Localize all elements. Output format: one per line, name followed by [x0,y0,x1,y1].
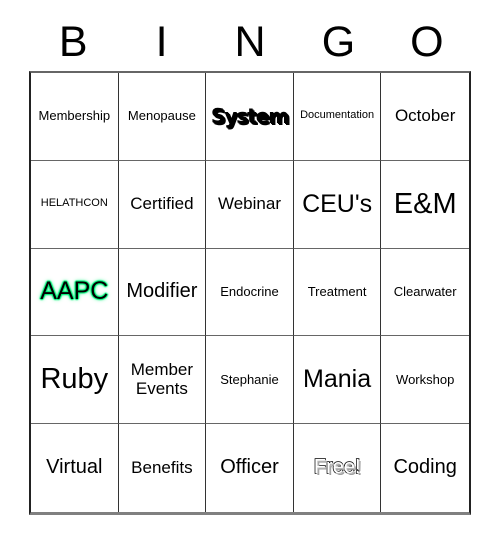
bingo-cell-label: Ruby [40,363,109,396]
bingo-cell-label: Free! [313,456,361,479]
bingo-cell[interactable]: E&M [381,161,469,249]
bingo-cell[interactable]: Membership [31,73,119,161]
bingo-cell[interactable]: Endocrine [206,248,294,337]
bingo-cell-label: Membership [38,108,111,124]
bingo-card: B I N G O Membership Menopause System Documenta… [0,0,500,544]
bingo-cell-label: Endocrine [220,283,279,299]
bingo-header-letter-g: G [321,18,356,66]
bingo-cell-label: Menopause [127,108,196,124]
bingo-cell-label: Certified [130,194,194,214]
bingo-cell-label: Stephanie [220,371,279,387]
bingo-cell-label: Treatment [307,283,367,299]
bingo-cell-label: Coding [393,456,457,479]
bingo-cell[interactable]: Officer [206,424,294,512]
bingo-cell[interactable]: Mania [293,336,382,425]
bingo-header-letter-n: N [234,18,266,66]
bingo-cell[interactable]: Benefits [119,424,207,512]
bingo-cell[interactable]: Menopause [118,73,207,161]
bingo-cell[interactable]: Coding [381,424,469,512]
bingo-cell[interactable]: Workshop [381,336,469,425]
bingo-cell[interactable]: CEU's [293,160,382,249]
bingo-cell[interactable]: Member Events [118,336,207,425]
bingo-cell-label: AAPC [40,277,109,306]
bingo-cell[interactable]: HELATHCON [31,160,119,249]
bingo-cell[interactable]: Stephanie [206,336,294,425]
bingo-cell-label: Webinar [217,194,281,214]
bingo-cell-label: Modifier [126,280,198,303]
bingo-cell[interactable]: Clearwater [381,249,469,337]
bingo-cell-label: HELATHCON [40,197,108,210]
bingo-cell-label: Workshop [396,371,455,387]
bingo-cell-label: Benefits [131,457,193,477]
bingo-cell-label: Mania [303,365,372,394]
bingo-cell[interactable]: Free! [294,424,382,512]
bingo-cell[interactable]: Virtual [31,424,119,512]
bingo-cell[interactable]: AAPC [31,248,119,337]
bingo-cell[interactable]: Modifier [118,248,207,337]
bingo-cell[interactable]: Ruby [31,336,119,425]
bingo-cell[interactable]: Treatment [293,248,382,337]
bingo-cell-label: CEU's [302,189,373,218]
bingo-header-letter-b: B [58,18,88,66]
bingo-cell-label: Member Events [130,360,194,398]
bingo-header-letter-i: I [155,18,168,66]
bingo-cell[interactable]: Certified [118,160,207,249]
bingo-grid: Membership Menopause System Documentation Oc… [29,71,471,515]
bingo-cell-label: Clearwater [393,283,457,299]
bingo-cell[interactable]: Webinar [206,160,294,249]
bingo-cell-label: Officer [220,456,279,479]
bingo-cell[interactable]: Documentation [293,73,382,161]
bingo-cell-label: System [210,103,289,128]
bingo-header-row: BINGO [29,14,471,71]
bingo-header-letter-o: O [410,18,444,66]
bingo-cell[interactable]: October [381,73,469,161]
bingo-cell-label: Documentation [300,109,375,122]
bingo-cell-label: E&M [393,187,457,220]
bingo-cell-label: Virtual [46,456,103,479]
bingo-cell[interactable]: System [206,73,294,161]
bingo-cell-label: October [394,106,456,126]
